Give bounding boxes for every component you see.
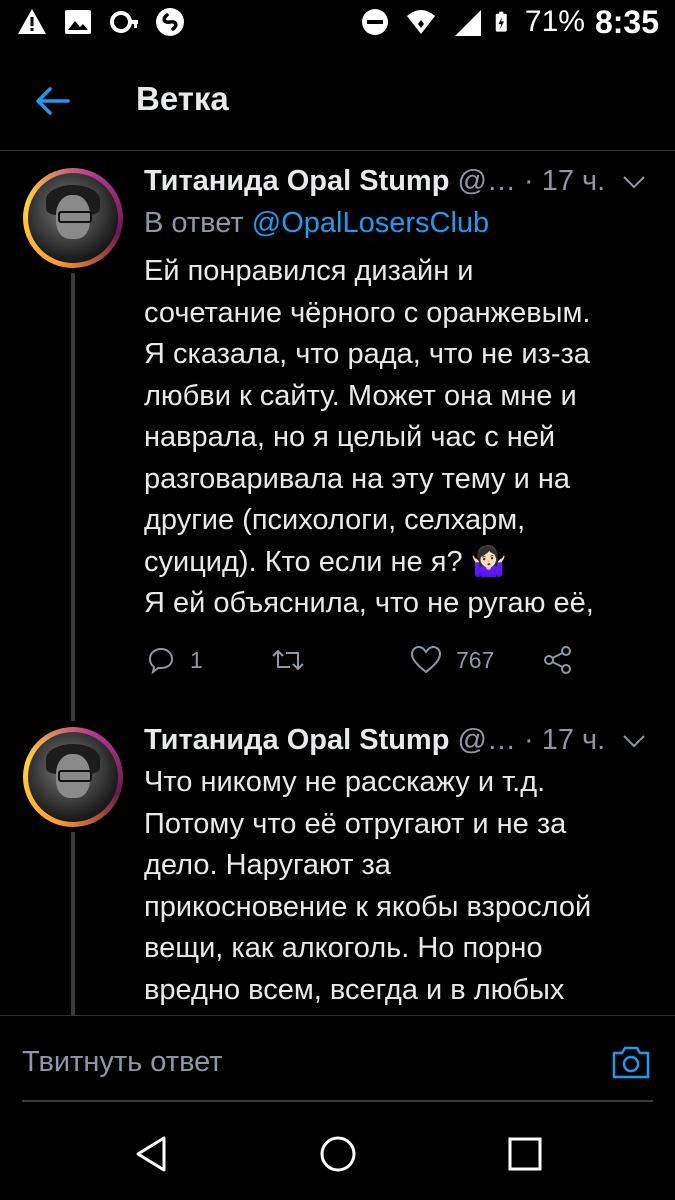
status-bar: 71% 8:35 — [0, 0, 675, 48]
recents-square-icon[interactable] — [505, 1134, 545, 1174]
reply-context: В ответ @OpalLosersClub — [144, 207, 489, 240]
tweet-header: Титанида Opal Stump @… · 17 ч. — [144, 165, 651, 205]
author-handle: @… — [457, 724, 516, 756]
author-name[interactable]: Титанида Opal Stump — [144, 724, 449, 756]
author-handle: @… — [457, 165, 516, 197]
chevron-down-icon[interactable] — [621, 732, 647, 750]
page-title: Ветка — [136, 80, 229, 117]
input-underline — [22, 1100, 653, 1102]
battery-icon — [495, 11, 507, 32]
image-icon — [65, 10, 91, 34]
tweet[interactable]: Титанида Opal Stump @… · 17 ч. В ответ @… — [0, 151, 675, 721]
chevron-down-icon[interactable] — [621, 173, 647, 191]
thread-line — [71, 273, 75, 721]
heart-icon — [410, 645, 442, 674]
tweet-text: Ей понравился дизайн и сочетание чёрного… — [144, 255, 594, 619]
author-name[interactable]: Титанида Opal Stump — [144, 165, 449, 197]
arrow-left-icon[interactable] — [30, 78, 76, 124]
reply-count: 1 — [190, 646, 203, 673]
clock: 8:35 — [594, 4, 659, 40]
share-button[interactable] — [542, 643, 574, 677]
battery-percent: 71% — [524, 5, 585, 38]
tweet[interactable]: Титанида Opal Stump @… · 17 ч. Что ником… — [0, 710, 675, 1015]
system-nav-bar — [0, 1108, 675, 1200]
home-circle-icon[interactable] — [318, 1134, 358, 1174]
share-icon — [544, 646, 571, 674]
tweet-text: Что никому не расскажу и т.д. Потому что… — [144, 766, 592, 1006]
camera-icon[interactable] — [611, 1044, 651, 1080]
warning-icon — [18, 9, 46, 34]
dnd-icon — [361, 9, 388, 35]
tweet-actions: 1 767 — [146, 643, 586, 683]
tweet-time: · 17 ч. — [524, 165, 606, 197]
signal-icon — [454, 10, 481, 36]
like-count: 767 — [456, 646, 495, 673]
back-triangle-icon[interactable] — [132, 1134, 172, 1174]
avatar[interactable] — [23, 727, 123, 827]
tweet-time: · 17 ч. — [524, 724, 606, 756]
tweet-header: Титанида Opal Stump @… · 17 ч. — [144, 724, 651, 764]
top-app-bar: Ветка — [0, 50, 675, 151]
shazam-icon — [156, 8, 184, 36]
key-icon — [110, 11, 138, 33]
retweet-button[interactable] — [270, 643, 306, 677]
like-button[interactable]: 767 — [410, 643, 494, 677]
wifi-icon — [406, 10, 435, 34]
reply-mention-link[interactable]: @OpalLosersClub — [252, 207, 489, 239]
reply-button[interactable]: 1 — [146, 643, 203, 677]
reply-input[interactable]: Твитнуть ответ — [22, 1046, 223, 1079]
reply-compose-bar: Твитнуть ответ — [0, 1015, 675, 1109]
avatar[interactable] — [23, 168, 123, 268]
reply-prefix: В ответ — [144, 207, 244, 239]
reply-icon — [148, 647, 174, 675]
retweet-icon — [272, 650, 304, 670]
thread-line — [71, 832, 75, 1015]
